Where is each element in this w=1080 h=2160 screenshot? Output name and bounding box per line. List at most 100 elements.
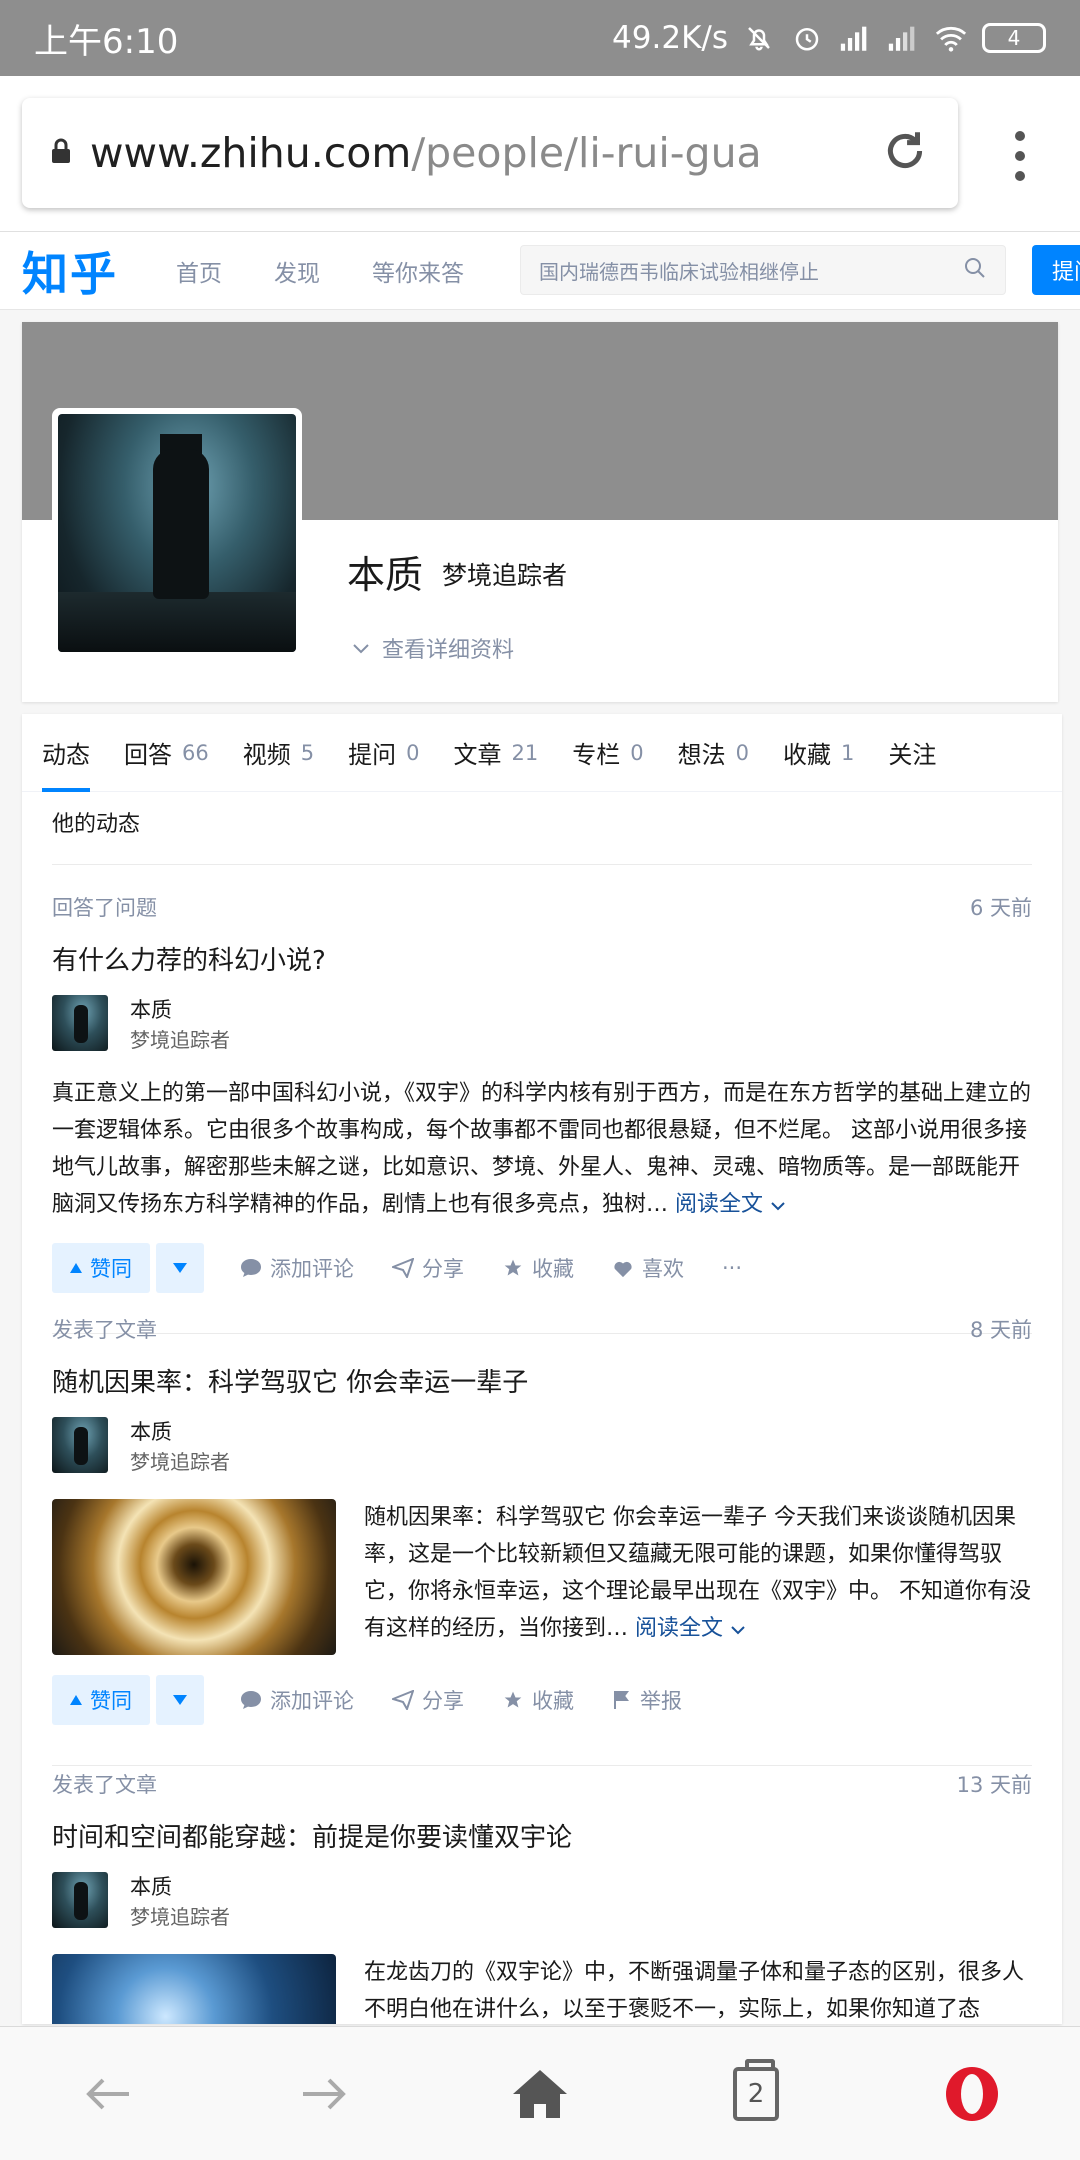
browser-menu-button[interactable] bbox=[1000, 126, 1040, 186]
search-input[interactable]: 国内瑞德西韦临床试验相继停止 bbox=[520, 245, 1006, 295]
author-headline: 梦境追踪者 bbox=[130, 1905, 230, 1929]
mute-bell-icon bbox=[742, 21, 776, 55]
comment-button[interactable]: 添加评论 bbox=[240, 1253, 354, 1283]
signal-hd-icon bbox=[838, 21, 872, 55]
tabs-button[interactable]: 2 bbox=[716, 2054, 796, 2134]
item-title[interactable]: 随机因果率：科学驾驭它 你会幸运一辈子 bbox=[52, 1362, 1032, 1399]
reload-icon[interactable] bbox=[880, 126, 930, 180]
item-time: 13 天前 bbox=[956, 1773, 1032, 1797]
nav-discover[interactable]: 发现 bbox=[274, 254, 320, 288]
zhihu-header: 知乎 首页 发现 等你来答 国内瑞德西韦临床试验相继停止 提问 bbox=[0, 232, 1080, 310]
item-meta: 回答了问题 6 天前 bbox=[52, 892, 1032, 922]
author-name[interactable]: 本质 bbox=[130, 1872, 230, 1902]
paper-plane-icon bbox=[392, 1690, 414, 1710]
feed-item: 发表了文章 13 天前 时间和空间都能穿越：前提是你要读懂双宇论 本质 梦境追踪… bbox=[52, 1769, 1032, 2024]
collect-button[interactable]: 收藏 bbox=[502, 1685, 574, 1715]
item-excerpt[interactable]: 在龙齿刀的《双宇论》中，不断强调量子体和量子态的区别，很多人不明白他在讲什么，以… bbox=[364, 1954, 1032, 2024]
upvote-button[interactable]: 赞同 bbox=[52, 1243, 150, 1293]
share-button[interactable]: 分享 bbox=[392, 1253, 464, 1283]
tab-collections[interactable]: 收藏 1 bbox=[783, 714, 854, 792]
view-details-button[interactable]: 查看详细资料 bbox=[352, 632, 514, 664]
home-icon bbox=[513, 2069, 567, 2118]
section-title: 他的动态 bbox=[52, 812, 141, 837]
profile-tabs: 动态 回答 66 视频 5 提问 0 文章 21 专栏 0 想法 0 收藏 1 关注 bbox=[22, 714, 1062, 792]
status-time: 上午6:10 bbox=[34, 21, 179, 62]
back-button[interactable] bbox=[68, 2054, 148, 2134]
view-details-label: 查看详细资料 bbox=[382, 638, 515, 663]
comment-icon bbox=[241, 1259, 261, 1277]
item-meta: 发表了文章 8 天前 bbox=[52, 1314, 1032, 1344]
tab-columns[interactable]: 专栏 0 bbox=[572, 714, 643, 792]
star-icon bbox=[504, 1259, 522, 1276]
tab-questions[interactable]: 提问 0 bbox=[348, 714, 419, 792]
read-more-link[interactable]: 阅读全文 bbox=[635, 1616, 746, 1641]
opera-menu-button[interactable] bbox=[932, 2054, 1012, 2134]
address-bar[interactable]: www.zhihu.com/people/li-rui-gua bbox=[22, 98, 958, 208]
url-host: www.zhihu.com bbox=[90, 129, 412, 177]
comment-button[interactable]: 添加评论 bbox=[240, 1685, 354, 1715]
lock-icon bbox=[50, 137, 72, 169]
wifi-icon bbox=[934, 21, 968, 55]
tab-answers[interactable]: 回答 66 bbox=[124, 714, 209, 792]
tab-videos[interactable]: 视频 5 bbox=[243, 714, 314, 792]
profile-header: 本质 梦境追踪者 查看详细资料 bbox=[22, 322, 1058, 702]
report-button[interactable]: 举报 bbox=[612, 1685, 682, 1715]
item-time: 8 天前 bbox=[969, 1318, 1032, 1342]
item-excerpt[interactable]: 随机因果率：科学驾驭它 你会幸运一辈子 今天我们来谈谈随机因果率，这是一个比较新… bbox=[364, 1499, 1032, 1655]
profile-avatar[interactable] bbox=[52, 408, 302, 658]
nav-waiting-answers[interactable]: 等你来答 bbox=[372, 254, 464, 288]
collect-button[interactable]: 收藏 bbox=[502, 1253, 574, 1283]
profile-headline: 梦境追踪者 bbox=[442, 561, 568, 590]
item-excerpt[interactable]: 真正意义上的第一部中国科幻小说，《双宇》的科学内核有别于西方，而是在东方哲学的基… bbox=[52, 1075, 1032, 1223]
status-bar: 上午6:10 49.2K/s 4 bbox=[0, 0, 1080, 76]
downvote-button[interactable] bbox=[156, 1243, 204, 1293]
author-name[interactable]: 本质 bbox=[130, 1417, 230, 1447]
author-headline: 梦境追踪者 bbox=[130, 1028, 230, 1052]
upvote-button[interactable]: 赞同 bbox=[52, 1675, 150, 1725]
downvote-button[interactable] bbox=[156, 1675, 204, 1725]
zhihu-logo[interactable]: 知乎 bbox=[22, 238, 118, 304]
author-avatar[interactable] bbox=[52, 995, 108, 1051]
author-info: 本质 梦境追踪者 bbox=[52, 995, 1032, 1055]
item-title[interactable]: 有什么力荐的科幻小说? bbox=[52, 940, 1032, 977]
chevron-down-icon bbox=[731, 1626, 745, 1635]
triangle-down-icon bbox=[173, 1695, 187, 1705]
share-button[interactable]: 分享 bbox=[392, 1685, 464, 1715]
more-icon: ··· bbox=[722, 1256, 743, 1280]
url-text[interactable]: www.zhihu.com/people/li-rui-gua bbox=[90, 129, 880, 177]
arrow-right-icon bbox=[303, 2078, 346, 2109]
triangle-up-icon bbox=[70, 1263, 82, 1273]
signal-hd-2-icon bbox=[886, 21, 920, 55]
author-info: 本质 梦境追踪者 bbox=[52, 1417, 1032, 1477]
status-icons: 49.2K/s 4 bbox=[612, 20, 1046, 56]
author-avatar[interactable] bbox=[52, 1417, 108, 1473]
item-actions: 赞同 添加评论 分享 收藏 举报 bbox=[52, 1675, 1032, 1725]
tab-pins[interactable]: 想法 0 bbox=[678, 714, 749, 792]
read-more-link[interactable]: 阅读全文 bbox=[675, 1192, 786, 1217]
item-time: 6 天前 bbox=[969, 896, 1032, 920]
author-info: 本质 梦境追踪者 bbox=[52, 1872, 1032, 1932]
article-thumbnail[interactable] bbox=[52, 1954, 336, 2024]
network-speed: 49.2K/s bbox=[612, 20, 728, 56]
heart-icon bbox=[614, 1261, 632, 1278]
item-meta: 发表了文章 13 天前 bbox=[52, 1769, 1032, 1799]
home-button[interactable] bbox=[500, 2054, 580, 2134]
avatar-image bbox=[58, 414, 296, 652]
browser-bottom-bar: 2 bbox=[0, 2026, 1080, 2160]
comment-icon bbox=[241, 1691, 261, 1709]
profile-name: 本质 bbox=[347, 553, 424, 597]
tab-activities[interactable]: 动态 bbox=[42, 714, 90, 792]
author-avatar[interactable] bbox=[52, 1872, 108, 1928]
url-path: /people/li-rui-gua bbox=[411, 129, 762, 177]
article-thumbnail[interactable] bbox=[52, 1499, 336, 1655]
more-button[interactable]: ··· bbox=[722, 1256, 742, 1280]
item-title[interactable]: 时间和空间都能穿越：前提是你要读懂双宇论 bbox=[52, 1817, 1032, 1854]
forward-button[interactable] bbox=[284, 2054, 364, 2134]
tab-following[interactable]: 关注 bbox=[888, 714, 936, 792]
nav-home[interactable]: 首页 bbox=[176, 254, 222, 288]
author-name[interactable]: 本质 bbox=[130, 995, 230, 1025]
search-icon[interactable] bbox=[963, 256, 987, 285]
like-button[interactable]: 喜欢 bbox=[612, 1253, 684, 1283]
ask-button[interactable]: 提问 bbox=[1032, 245, 1080, 295]
tab-articles[interactable]: 文章 21 bbox=[453, 714, 538, 792]
